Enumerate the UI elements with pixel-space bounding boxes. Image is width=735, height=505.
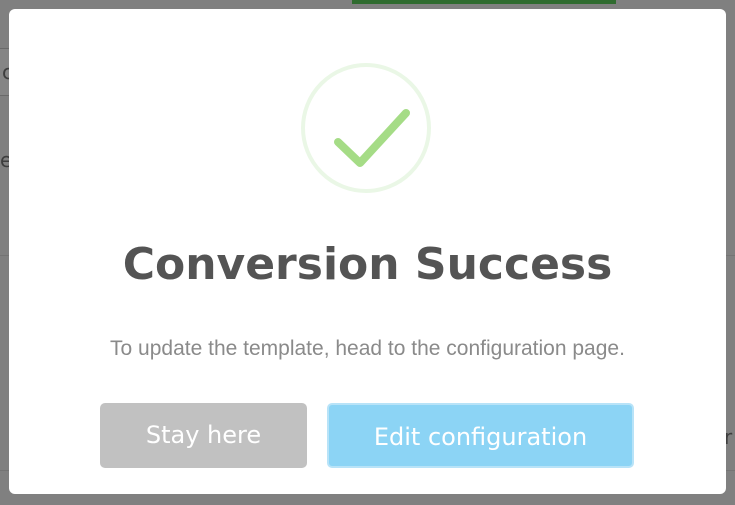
checkmark-success-icon	[334, 109, 410, 167]
success-icon-ring	[301, 63, 431, 193]
edit-configuration-button[interactable]: Edit configuration	[327, 403, 634, 468]
dialog-message: To update the template, head to the conf…	[110, 337, 625, 360]
background-green-button	[352, 0, 616, 4]
success-dialog: Conversion Success To update the templat…	[9, 9, 726, 494]
stay-here-button[interactable]: Stay here	[100, 403, 307, 468]
dialog-title: Conversion Success	[122, 239, 613, 290]
